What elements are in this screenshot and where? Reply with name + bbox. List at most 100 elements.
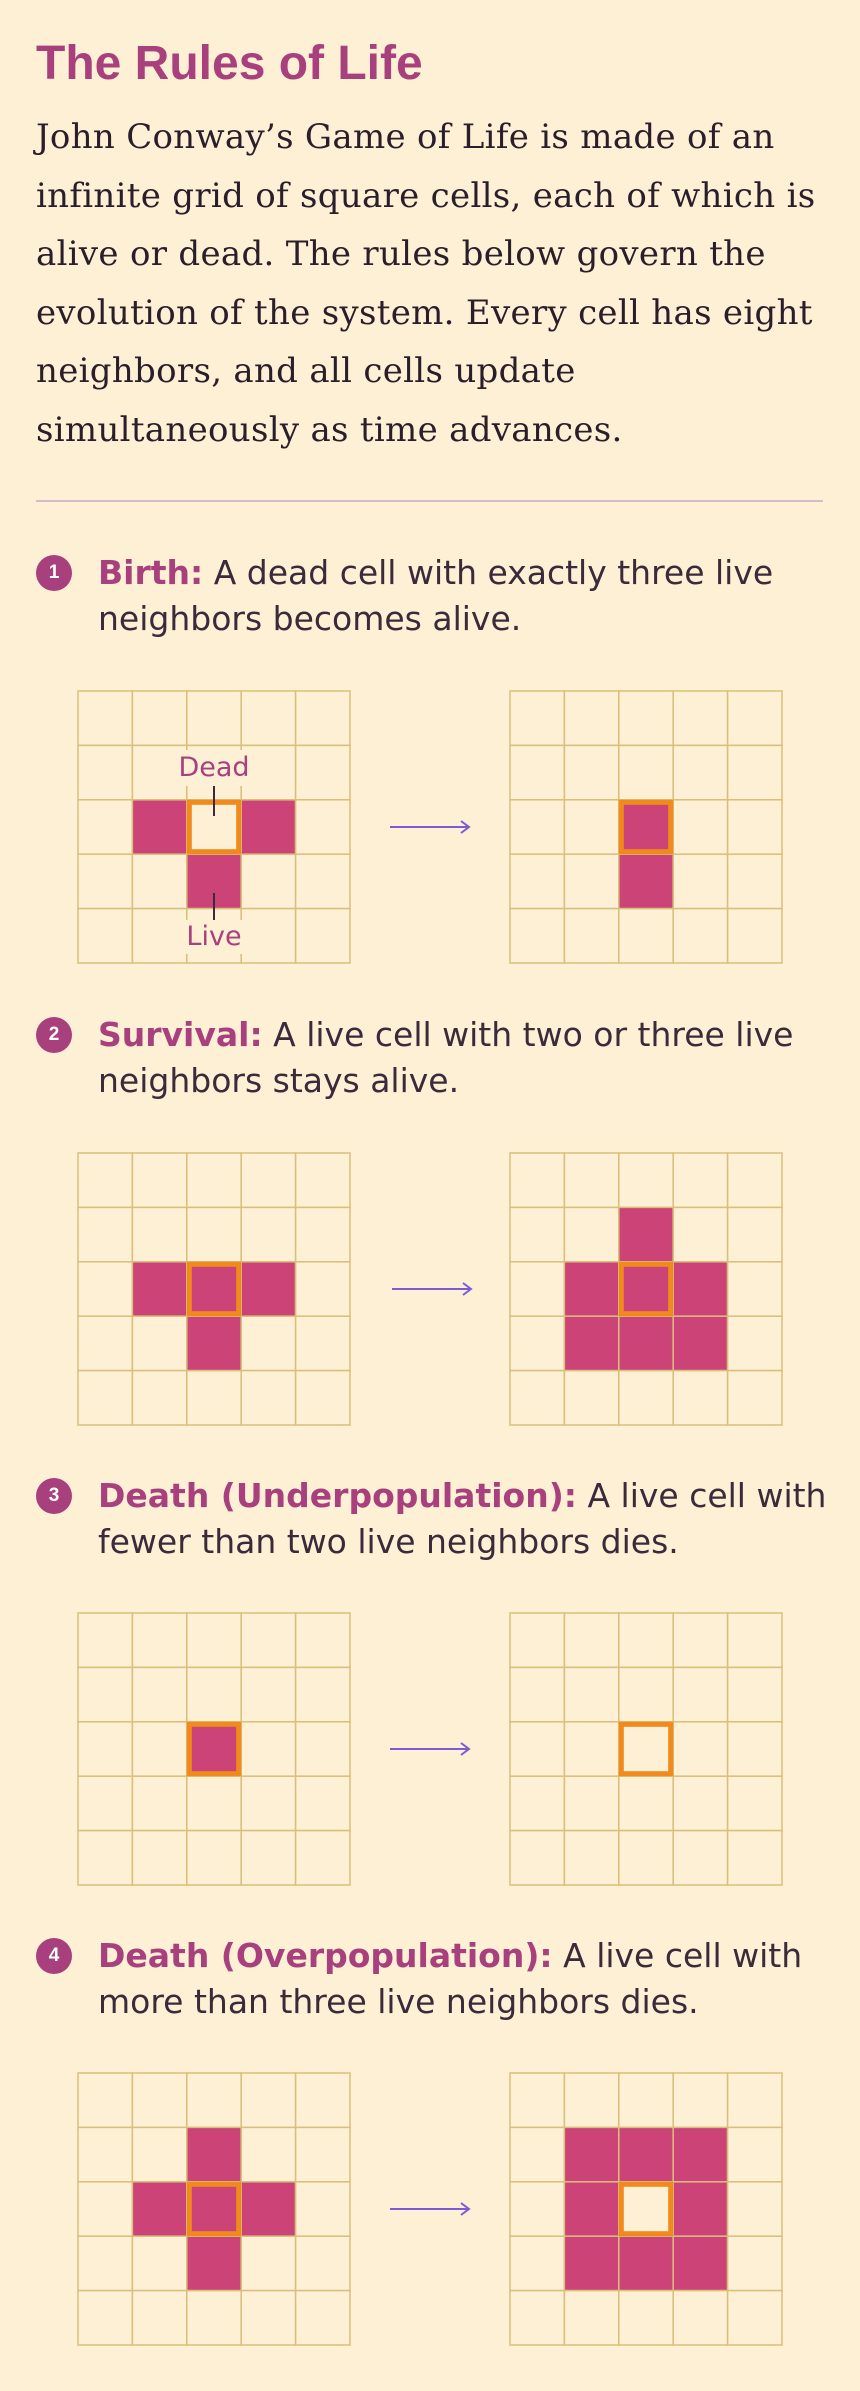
live-cell [618, 1261, 674, 1317]
dead-cell [77, 2181, 134, 2237]
dead-cell [726, 1261, 783, 1317]
dead-cell [509, 2289, 566, 2346]
live-cell [186, 2126, 242, 2183]
live-cell [186, 1261, 242, 1317]
live-cell [563, 2181, 620, 2237]
live-cell [618, 2126, 674, 2183]
rule-name: Birth: [98, 553, 204, 592]
dead-cell [672, 744, 729, 801]
rule-name: Death (Underpopulation): [98, 1476, 577, 1515]
dead-cell [509, 1152, 566, 1209]
dead-cell [131, 1666, 188, 1723]
dead-cell [726, 1612, 783, 1669]
dead-cell [563, 1369, 620, 1426]
dead-cell [618, 1612, 674, 1669]
live-cell [672, 1261, 729, 1317]
rule-description: Death (Overpopulation): A live cell with… [98, 1933, 838, 2025]
rule-description: Death (Underpopulation): A live cell wit… [98, 1473, 838, 1565]
dead-cell [618, 744, 674, 801]
intro-paragraph: John Conway’s Game of Life is made of an… [36, 117, 816, 450]
live-cell [186, 1721, 242, 1777]
dead-cell [131, 1775, 188, 1832]
dead-cell [726, 2289, 783, 2346]
dead-cell [131, 2126, 188, 2183]
dead-cell [240, 1775, 297, 1832]
dead-cell [672, 1206, 729, 1263]
dead-cell [726, 1152, 783, 1209]
label-dead: Dead [173, 750, 255, 786]
dead-cell [294, 2289, 351, 2346]
dead-cell [77, 1369, 134, 1426]
dead-cell [726, 690, 783, 747]
grid-after [509, 1612, 783, 1886]
dead-cell [186, 1206, 242, 1263]
live-cell [131, 2181, 188, 2237]
dead-cell [186, 1829, 242, 1886]
grid-after [509, 1152, 783, 1426]
grid-before [77, 1612, 351, 1886]
dead-cell [726, 2072, 783, 2129]
dead-cell [186, 2289, 242, 2346]
dead-cell [294, 1721, 351, 1777]
dead-cell [726, 1829, 783, 1886]
dead-cell [509, 1721, 566, 1777]
dead-cell [186, 2072, 242, 2129]
dead-cell [672, 1666, 729, 1723]
live-cell [618, 853, 674, 910]
dead-cell [509, 853, 566, 910]
live-cell [240, 2181, 297, 2237]
dead-cell [672, 907, 729, 964]
label-live: Live [178, 920, 250, 954]
dead-cell [509, 2072, 566, 2129]
dead-cell [77, 1829, 134, 1886]
rule-description: Birth: A dead cell with exactly three li… [98, 550, 838, 642]
dead-cell [77, 2126, 134, 2183]
dead-cell [131, 1369, 188, 1426]
dead-cell [186, 1369, 242, 1426]
dead-cell [509, 907, 566, 964]
rule-name: Survival: [98, 1015, 263, 1054]
dead-cell [509, 1206, 566, 1263]
dead-cell [240, 2072, 297, 2129]
dead-cell [672, 1829, 729, 1886]
dead-cell [240, 2126, 297, 2183]
dead-cell [672, 1612, 729, 1669]
dead-cell [77, 1261, 134, 1317]
dead-cell [563, 853, 620, 910]
dead-cell [77, 1666, 134, 1723]
dead-cell [563, 690, 620, 747]
dead-cell [131, 1315, 188, 1372]
dead-cell [77, 1152, 134, 1209]
dead-cell [618, 690, 674, 747]
dead-cell [77, 2235, 134, 2292]
dead-cell [240, 1206, 297, 1263]
dead-cell [672, 799, 729, 855]
arrow-icon [392, 1282, 473, 1296]
dead-cell [77, 1775, 134, 1832]
dead-cell [672, 1775, 729, 1832]
live-cell [618, 799, 674, 855]
dead-cell [726, 2181, 783, 2237]
dead-cell [563, 1829, 620, 1886]
live-cell [186, 2181, 242, 2237]
dead-cell [618, 907, 674, 964]
dead-cell [618, 2072, 674, 2129]
rule-name: Death (Overpopulation): [98, 1936, 553, 1975]
dead-cell [563, 2072, 620, 2129]
dead-cell [77, 907, 134, 964]
dead-cell [509, 1315, 566, 1372]
dead-cell [77, 2072, 134, 2129]
dead-cell [726, 1315, 783, 1372]
dead-cell [294, 1829, 351, 1886]
live-cell [618, 2235, 674, 2292]
dead-cell [294, 1666, 351, 1723]
live-cell [131, 1261, 188, 1317]
dead-cell [509, 1612, 566, 1669]
dead-cell [618, 1775, 674, 1832]
arrow-icon [390, 1742, 471, 1756]
dead-cell [131, 1206, 188, 1263]
dead-cell [726, 853, 783, 910]
dead-cell [77, 1721, 134, 1777]
dead-cell [240, 1369, 297, 1426]
live-cell [563, 1315, 620, 1372]
